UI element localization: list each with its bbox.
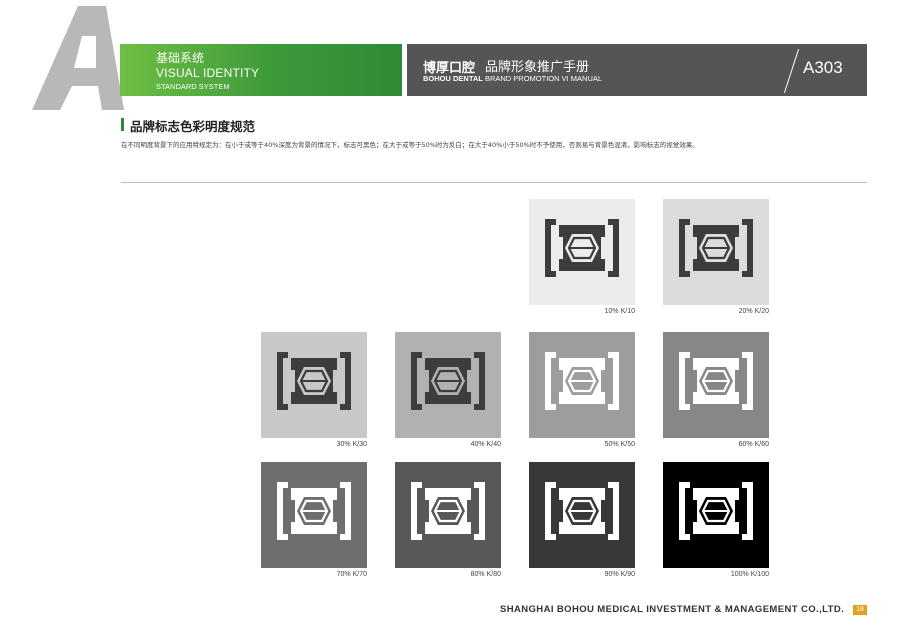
color-swatch <box>395 462 501 568</box>
brand-logo-icon <box>411 352 485 410</box>
swatch-label: 20% K/20 <box>738 308 769 315</box>
color-swatch <box>663 332 769 438</box>
brand-name-en: BOHOU DENTAL <box>423 74 483 83</box>
page-title: 品牌标志色彩明度规范 <box>130 119 256 134</box>
swatch-label: 30% K/30 <box>336 441 367 448</box>
color-swatch <box>529 332 635 438</box>
brand-logo-icon <box>679 352 753 410</box>
swatch-label: 70% K/70 <box>336 571 367 578</box>
swatch-label: 100% K/100 <box>730 571 769 578</box>
swatch-label: 40% K/40 <box>470 441 501 448</box>
brand-logo-icon <box>679 219 753 277</box>
color-swatch <box>529 199 635 305</box>
manual-header-band: 博厚口腔 品牌形象推广手册 BOHOU DENTAL BRAND PROMOTI… <box>407 44 867 96</box>
swatch-label: 50% K/50 <box>604 441 635 448</box>
color-swatch <box>395 332 501 438</box>
brand-logo-icon <box>277 482 351 540</box>
brand-logo-icon <box>679 482 753 540</box>
section-description: 在不同明度背景下的应用特规定为：在小于或等于40%深度为背景的情况下，标志可黑色… <box>121 141 699 149</box>
color-swatch <box>261 462 367 568</box>
swatch-label: 60% K/60 <box>738 441 769 448</box>
color-swatch <box>529 462 635 568</box>
color-swatch <box>663 199 769 305</box>
swatch-label: 10% K/10 <box>604 308 635 315</box>
brand-logo-icon <box>411 482 485 540</box>
page-number: 18 <box>853 605 867 615</box>
brand-logo-icon <box>545 352 619 410</box>
swatch-label: 90% K/90 <box>604 571 635 578</box>
brand-logo-icon <box>545 482 619 540</box>
manual-title-cn: 品牌形象推广手册 <box>485 60 590 75</box>
page-code: A303 <box>803 58 843 77</box>
manual-title-en: BOHOU DENTAL BRAND PROMOTION VI MANUAL <box>423 74 602 83</box>
section-divider <box>121 182 867 183</box>
color-swatch <box>261 332 367 438</box>
brand-logo-icon <box>277 352 351 410</box>
manual-subtitle-en: BRAND PROMOTION VI MANUAL <box>484 74 603 83</box>
brand-logo-icon <box>545 219 619 277</box>
section-header-band: 基础系统 VISUAL IDENTITY STANDARD SYSTEM <box>120 44 402 96</box>
swatch-label: 80% K/80 <box>470 571 501 578</box>
section-title-cn: 基础系统 <box>156 51 205 65</box>
section-marker <box>121 118 124 131</box>
header-divider <box>783 48 800 94</box>
color-swatch <box>663 462 769 568</box>
section-title-en: VISUAL IDENTITY <box>156 66 260 80</box>
company-name: SHANGHAI BOHOU MEDICAL INVESTMENT & MANA… <box>500 604 845 615</box>
section-subtitle-en: STANDARD SYSTEM <box>156 82 230 91</box>
